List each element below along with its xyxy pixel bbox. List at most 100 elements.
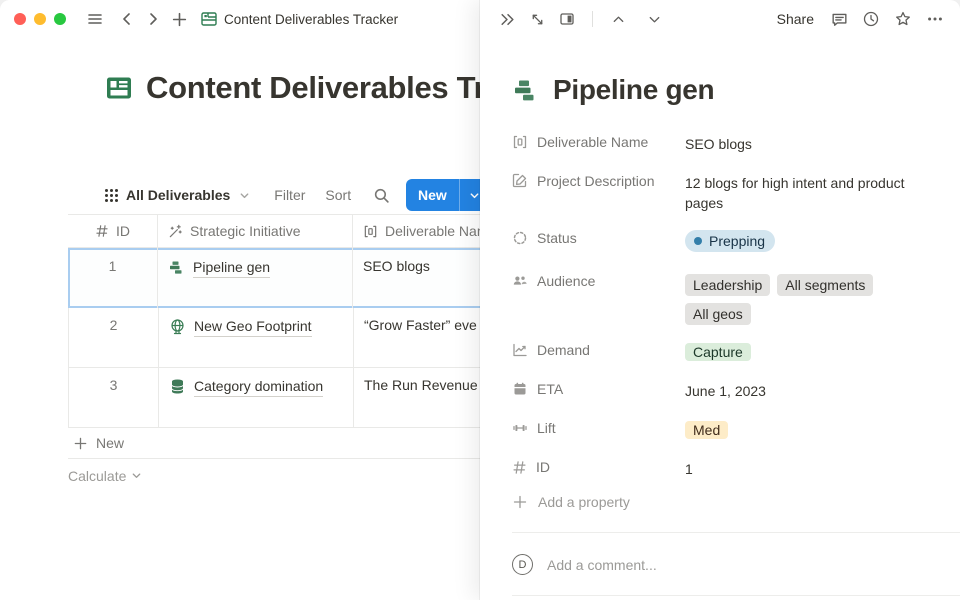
toolbar-divider (592, 11, 593, 27)
side-panel-icon (559, 11, 575, 27)
more-options-button[interactable] (922, 6, 948, 32)
double-chevron-right-icon (499, 11, 516, 28)
people-icon (512, 273, 528, 289)
property-value[interactable]: 12 blogs for high intent and product pag… (685, 169, 920, 213)
comment-input[interactable]: Add a comment... (547, 557, 928, 573)
sort-button[interactable]: Sort (325, 187, 351, 203)
new-tab-button[interactable] (166, 6, 192, 32)
property-row-demand: Demand Capture (512, 338, 928, 368)
demand-tag[interactable]: Capture (685, 343, 751, 361)
zoom-window-button[interactable] (54, 13, 66, 25)
database-icon (169, 378, 186, 395)
property-row-audience: Audience Leadership All segments All geo… (512, 269, 928, 325)
search-icon (373, 187, 390, 204)
star-icon (894, 10, 912, 28)
globe-icon (169, 318, 186, 335)
new-record-button[interactable]: New (406, 179, 459, 211)
column-header-strategic-initiative[interactable]: Strategic Initiative (158, 215, 353, 247)
record-title-row: Pipeline gen (512, 74, 928, 106)
chevron-right-icon (145, 11, 161, 27)
property-value: Med (685, 416, 920, 440)
expand-diagonal-icon (530, 12, 545, 27)
new-record-split-button[interactable]: New (406, 179, 489, 211)
property-value[interactable]: SEO blogs (685, 130, 920, 154)
peek-toolbar: Share (480, 0, 960, 38)
property-value: Leadership All segments All geos (685, 269, 920, 325)
property-value[interactable]: 1 (685, 455, 920, 479)
updates-history-button[interactable] (858, 6, 884, 32)
property-label[interactable]: Project Description (512, 169, 685, 189)
page-table-icon (200, 10, 218, 28)
property-label[interactable]: Status (512, 226, 685, 246)
spinner-icon (512, 230, 528, 246)
property-value[interactable]: June 1, 2023 (685, 377, 920, 401)
status-dot (694, 237, 702, 245)
peek-panel: Share Pipeline gen (480, 0, 960, 600)
peek-body: Pipeline gen Deliverable Name SEO blogs … (480, 74, 960, 575)
dumbbell-icon (512, 420, 528, 436)
close-window-button[interactable] (14, 13, 26, 25)
record-title[interactable]: Pipeline gen (553, 74, 714, 106)
property-row-eta: ETA June 1, 2023 (512, 377, 928, 407)
chevron-down-icon (239, 190, 250, 201)
cell-strategic-initiative[interactable]: Pipeline gen (158, 248, 353, 308)
view-toolbar: All Deliverables Filter Sort New (104, 178, 422, 212)
minimize-window-button[interactable] (34, 13, 46, 25)
edit-icon (512, 173, 528, 189)
comment-divider (512, 532, 960, 533)
property-value: Prepping (685, 226, 920, 252)
column-header-id[interactable]: ID (68, 215, 158, 247)
calendar-icon (512, 381, 528, 397)
traffic-lights (14, 13, 66, 25)
search-button[interactable] (373, 187, 390, 204)
plus-icon (171, 11, 188, 28)
property-label[interactable]: Lift (512, 416, 685, 436)
share-button[interactable]: Share (771, 11, 820, 27)
relation-link[interactable]: Pipeline gen (168, 258, 342, 278)
property-label[interactable]: ETA (512, 377, 685, 397)
cell-id[interactable]: 2 (69, 308, 159, 367)
text-icon (512, 134, 528, 150)
comments-button[interactable] (826, 6, 852, 32)
chart-line-icon (512, 342, 528, 358)
document-title: Content Deliverables Tracker (224, 12, 398, 27)
comment-input-row: D Add a comment... (512, 554, 928, 575)
property-label[interactable]: Demand (512, 338, 685, 358)
cell-strategic-initiative[interactable]: New Geo Footprint (159, 308, 354, 367)
nav-forward-button[interactable] (140, 6, 166, 32)
panel-bottom-divider (512, 595, 960, 596)
relation-link[interactable]: Category domination (169, 377, 343, 397)
property-row-lift: Lift Med (512, 416, 928, 446)
titlebar: Content Deliverables Tracker (0, 0, 480, 38)
cell-strategic-initiative[interactable]: Category domination (159, 368, 354, 427)
page-table-icon-large (104, 73, 134, 103)
audience-tag[interactable]: All geos (685, 303, 751, 325)
plus-icon (512, 494, 528, 510)
audience-tag[interactable]: Leadership (685, 274, 770, 296)
status-tag[interactable]: Prepping (685, 230, 775, 252)
sidebar-menu-button[interactable] (82, 6, 108, 32)
favorite-button[interactable] (890, 6, 916, 32)
nav-back-button[interactable] (114, 6, 140, 32)
audience-tag[interactable]: All segments (777, 274, 873, 296)
side-peek-toggle-button[interactable] (554, 6, 580, 32)
bar-chart-icon (512, 77, 539, 104)
cell-id[interactable]: 3 (69, 368, 159, 427)
ellipsis-icon (926, 10, 944, 28)
filter-button[interactable]: Filter (274, 187, 305, 203)
next-record-button[interactable] (641, 6, 667, 32)
close-peek-button[interactable] (494, 6, 520, 32)
hamburger-icon (86, 10, 104, 28)
property-label[interactable]: Deliverable Name (512, 130, 685, 150)
property-label[interactable]: Audience (512, 269, 685, 289)
user-avatar: D (512, 554, 533, 575)
cell-id[interactable]: 1 (68, 248, 158, 308)
previous-record-button[interactable] (605, 6, 631, 32)
lift-tag[interactable]: Med (685, 421, 728, 439)
add-property-button[interactable]: Add a property (512, 494, 928, 510)
property-row-deliverable-name: Deliverable Name SEO blogs (512, 130, 928, 160)
open-full-page-button[interactable] (524, 6, 550, 32)
relation-link[interactable]: New Geo Footprint (169, 317, 343, 337)
property-label[interactable]: ID (512, 455, 685, 475)
view-tab-all-deliverables[interactable]: All Deliverables (104, 187, 250, 203)
